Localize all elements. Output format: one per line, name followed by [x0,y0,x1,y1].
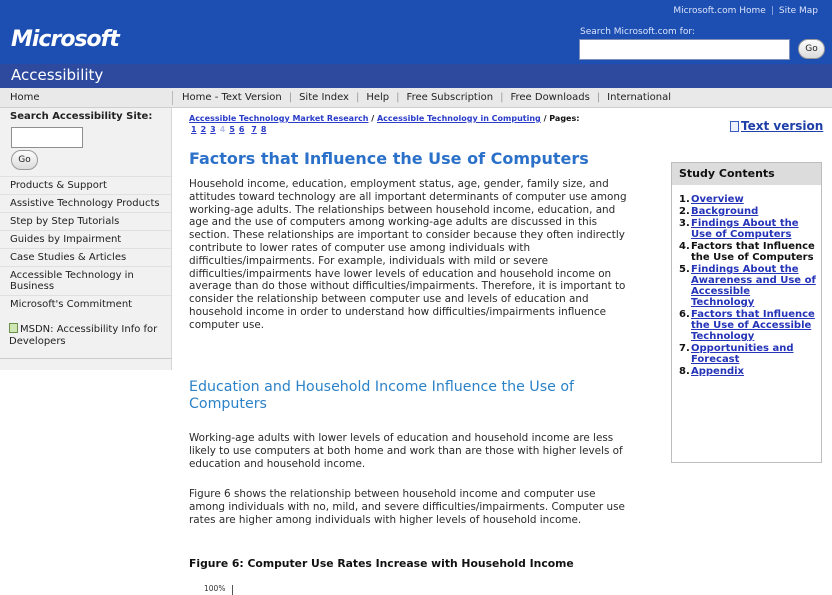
nav-link-text-version[interactable]: Home - Text Version [182,92,282,103]
site-title-bar: Accessibility [0,64,832,88]
page-link-3[interactable]: 3 [210,125,216,134]
breadcrumb: Accessible Technology Market Research / … [189,114,580,134]
study-contents-title: Study Contents [672,163,821,185]
study-link-opportunities[interactable]: Opportunities and Forecast [691,343,816,365]
study-item: 3. Findings About the Use of Computers [679,218,816,240]
msdn-link[interactable]: MSDN: Accessibility Info for Developers [9,323,164,348]
nav-link-free-subscription[interactable]: Free Subscription [407,92,494,103]
sidebar-item-assistive-technology[interactable]: Assistive Technology Products [0,194,171,212]
text-version-link[interactable]: Text version [730,119,823,133]
breadcrumb-computing[interactable]: Accessible Technology in Computing [377,114,541,123]
study-item: 6. Factors that Influence the Use of Acce… [679,309,816,342]
document-icon [730,121,739,132]
study-item: 4. Factors that Influence the Use of Comp… [679,241,815,263]
microsoft-logo[interactable]: Microsoft [11,27,120,52]
sidebar-item-case-studies[interactable]: Case Studies & Articles [0,248,171,266]
site-map-link[interactable]: Site Map [779,6,818,16]
page-link-5[interactable]: 5 [229,125,235,134]
ms-home-link[interactable]: Microsoft.com Home [673,6,765,16]
page-link-1[interactable]: 1 [191,125,197,134]
search-label: Search Microsoft.com for: [580,27,695,37]
nav-link-help[interactable]: Help [366,92,389,103]
pages-label: / Pages: [543,114,580,123]
site-header: Microsoft.com Home | Site Map Microsoft Se… [0,0,832,64]
msdn-label: MSDN: Accessibility Info for Developers [9,324,158,347]
study-link-overview[interactable]: Overview [691,194,744,205]
intro-paragraph: Household income, education, employment … [189,178,627,331]
nav-bar: Home Home - Text Version | Site Index | Help… [0,88,832,108]
sidebar-item-commitment[interactable]: Microsoft's Commitment [0,295,171,313]
sidebar-search-title: Search Accessibility Site: [10,111,153,122]
study-item: 7. Opportunities and Forecast [679,343,816,365]
sidebar-divider [0,358,172,359]
sidebar-search-input[interactable] [11,127,83,148]
search-go-button[interactable]: Go [798,39,825,59]
study-link-background[interactable]: Background [691,206,758,217]
search-input[interactable] [579,39,790,60]
study-current-factors: Factors that Influence the Use of Comput… [691,241,815,263]
study-item: 8. Appendix [679,366,744,377]
breadcrumb-market-research[interactable]: Accessible Technology Market Research [189,114,368,123]
chart-y-axis [232,585,233,595]
study-link-appendix[interactable]: Appendix [691,366,744,377]
page-title: Factors that Influence the Use of Comput… [189,149,589,168]
nav-home-link[interactable]: Home [10,88,40,108]
study-contents-list: 1. Overview 2. Background 3. Findings About… [672,185,821,377]
sidebar-item-tutorials[interactable]: Step by Step Tutorials [0,212,171,230]
sidebar-go-button[interactable]: Go [11,150,38,170]
sidebar-item-business[interactable]: Accessible Technology in Business [0,266,171,295]
sidebar-item-products-support[interactable]: Products & Support [0,176,171,194]
current-page: 4 [219,125,226,134]
study-item: 1. Overview [679,194,744,205]
study-contents-box: Study Contents 1. Overview 2. Background 3… [671,162,822,463]
nav-divider [172,91,173,105]
page-link-7[interactable]: 7 [251,125,257,134]
study-item: 2. Background [679,206,759,217]
section-heading: Education and Household Income Influence… [189,379,574,412]
chart-y-tick-label: 100% [204,584,226,593]
left-sidebar: Search Accessibility Site: Go Products &… [0,108,172,370]
nav-link-site-index[interactable]: Site Index [299,92,349,103]
page-link-8[interactable]: 8 [261,125,267,134]
section-paragraph-1: Working-age adults with lower levels of … [189,432,623,470]
top-links: Microsoft.com Home | Site Map [673,6,818,16]
study-link-findings-use[interactable]: Findings About the Use of Computers [691,218,816,240]
nav-link-free-downloads[interactable]: Free Downloads [510,92,589,103]
nav-links: Home - Text Version | Site Index | Help | Free… [182,92,671,103]
figure-title: Figure 6: Computer Use Rates Increase wi… [189,557,574,570]
study-item: 5. Findings About the Awareness and Use o… [679,264,816,308]
section-paragraph-2: Figure 6 shows the relationship between … [189,488,625,526]
nav-link-international[interactable]: International [607,92,671,103]
page-link-2[interactable]: 2 [201,125,207,134]
study-link-findings-awareness[interactable]: Findings About the Awareness and Use of … [691,264,816,308]
msdn-icon [9,323,18,333]
study-link-factors-accessible[interactable]: Factors that Influence the Use of Access… [691,309,816,342]
page-link-6[interactable]: 6 [239,125,245,134]
sidebar-item-guides[interactable]: Guides by Impairment [0,230,171,248]
sidebar-nav: Products & Support Assistive Technology … [0,176,171,313]
